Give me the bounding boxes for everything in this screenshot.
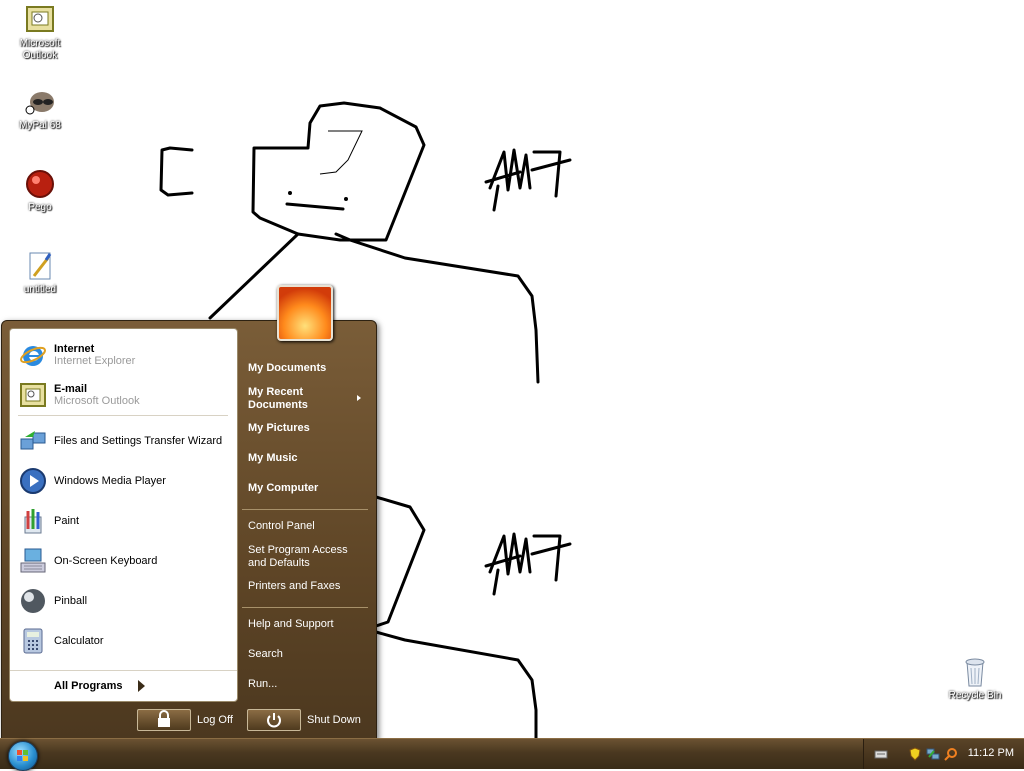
recent-program-media-player[interactable]: Windows Media Player — [10, 463, 237, 499]
calculator-icon — [19, 627, 47, 655]
lock-icon — [137, 709, 191, 731]
raccoon-icon — [24, 86, 56, 118]
desktop-icon-untitled[interactable]: untitled — [5, 250, 75, 296]
network-icon[interactable] — [926, 747, 940, 761]
log-off-button[interactable]: Log Off — [137, 709, 233, 731]
my-pictures-link[interactable]: My Pictures — [248, 422, 368, 435]
recent-program-transfer-wizard[interactable]: Files and Settings Transfer Wizard — [10, 423, 237, 459]
pinned-title: Internet — [54, 343, 95, 355]
desktop-icon-label: untitled — [23, 284, 57, 295]
taskbar: 11:12 PM — [0, 738, 1024, 771]
printers-faxes-link[interactable]: Printers and Faxes — [248, 580, 368, 593]
pinned-separator — [18, 415, 228, 416]
my-music-link[interactable]: My Music — [248, 452, 368, 465]
control-panel-link[interactable]: Control Panel — [248, 520, 368, 533]
desktop-icon-label: Pego — [28, 202, 52, 213]
my-recent-documents-link[interactable]: My Recent Documents — [248, 386, 361, 412]
program-label: Pinball — [54, 595, 88, 607]
system-tray: 11:12 PM — [863, 739, 1024, 769]
pinned-subtitle: Internet Explorer — [54, 355, 136, 367]
pinned-subtitle: Microsoft Outlook — [54, 395, 140, 407]
desktop-icon-pego[interactable]: Pego — [5, 168, 75, 214]
recent-program-calculator[interactable]: Calculator — [10, 623, 237, 659]
program-label: Calculator — [54, 635, 104, 647]
set-program-access-link[interactable]: Set Program Access and Defaults — [248, 544, 358, 570]
keyboard-layout-icon[interactable] — [874, 747, 888, 761]
all-programs-label: All Programs — [54, 680, 123, 692]
submenu-arrow-icon — [357, 395, 361, 401]
user-picture[interactable] — [277, 285, 333, 341]
recent-program-on-screen-keyboard[interactable]: On-Screen Keyboard — [10, 543, 237, 579]
outlook-icon — [24, 4, 56, 36]
my-documents-link[interactable]: My Documents — [248, 362, 368, 375]
transfer-wizard-icon — [19, 427, 47, 455]
pego-icon — [24, 168, 56, 200]
run-link[interactable]: Run... — [248, 678, 368, 691]
desktop-icon-outlook[interactable]: Microsoft Outlook — [5, 4, 75, 62]
right-pane-separator — [242, 607, 368, 608]
desktop-icon-label: Recycle Bin — [948, 690, 1002, 701]
right-pane-separator — [242, 509, 368, 510]
log-off-label: Log Off — [197, 714, 233, 726]
program-label: Paint — [54, 515, 80, 527]
desktop-icon-label: MyPal 68 — [19, 120, 61, 131]
security-shield-icon[interactable] — [908, 747, 922, 761]
all-programs-button[interactable]: All Programs — [10, 670, 237, 701]
pinball-icon — [19, 587, 47, 615]
program-label: On-Screen Keyboard — [54, 555, 158, 567]
desktop-icon-mypal[interactable]: MyPal 68 — [5, 86, 75, 132]
paint-icon — [19, 507, 47, 535]
arrow-right-icon — [138, 680, 146, 692]
help-support-link[interactable]: Help and Support — [248, 618, 368, 631]
power-icon — [247, 709, 301, 731]
shut-down-button[interactable]: Shut Down — [247, 709, 361, 731]
program-label: Files and Settings Transfer Wizard — [54, 435, 223, 447]
search-link[interactable]: Search — [248, 648, 368, 661]
start-button[interactable] — [8, 741, 38, 771]
desktop-icon-recycle-bin[interactable]: Recycle Bin — [940, 656, 1010, 702]
program-label: Windows Media Player — [54, 475, 166, 487]
internet-explorer-icon — [19, 341, 47, 369]
taskbar-clock[interactable]: 11:12 PM — [968, 747, 1014, 759]
start-menu: Internet Internet Explorer E-mail Micros… — [1, 320, 377, 740]
recent-program-pinball[interactable]: Pinball — [10, 583, 237, 619]
search-icon[interactable] — [944, 747, 958, 761]
shut-down-label: Shut Down — [307, 714, 361, 726]
recycle-bin-icon — [959, 656, 991, 688]
pinned-internet[interactable]: Internet Internet Explorer — [10, 337, 237, 373]
pinned-email[interactable]: E-mail Microsoft Outlook — [10, 377, 237, 413]
desktop-icon-label: Microsoft Outlook — [19, 38, 61, 61]
outlook-icon — [19, 381, 47, 409]
recent-program-paint[interactable]: Paint — [10, 503, 237, 539]
media-player-icon — [19, 467, 47, 495]
paint-document-icon — [24, 250, 56, 282]
my-recent-documents-label: My Recent Documents — [248, 386, 308, 411]
windows-flag-icon — [17, 750, 28, 761]
my-computer-link[interactable]: My Computer — [248, 482, 368, 495]
start-menu-footer: Log Off Shut Down — [2, 703, 376, 737]
pinned-title: E-mail — [54, 383, 88, 395]
keyboard-icon — [19, 547, 47, 575]
start-menu-programs-pane: Internet Internet Explorer E-mail Micros… — [9, 328, 238, 702]
